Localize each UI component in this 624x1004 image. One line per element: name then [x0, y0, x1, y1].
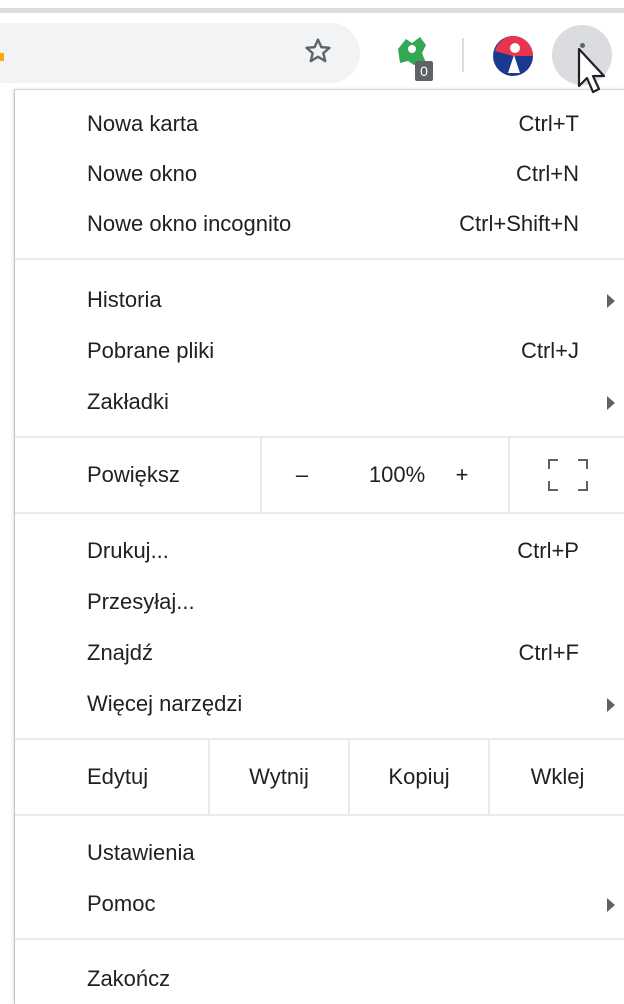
submenu-arrow-icon	[607, 898, 615, 912]
menu-item-settings[interactable]: Ustawienia	[15, 828, 624, 878]
extension-badge: 0	[415, 61, 433, 81]
menu-item-label: Historia	[87, 287, 162, 312]
menu-item-label: Przesyłaj...	[87, 589, 195, 614]
menu-item-label: Pobrane pliki	[87, 338, 215, 363]
copy-button[interactable]: Kopiuj	[350, 740, 488, 814]
edit-row: Edytuj Wytnij Kopiuj Wklej	[15, 740, 624, 814]
menu-item-downloads[interactable]: Pobrane pliki Ctrl+J	[15, 326, 624, 376]
menu-item-shortcut: Ctrl+J	[520, 338, 579, 363]
menu-item-label: Zakładki	[87, 389, 169, 414]
menu-item-shortcut: Ctrl+F	[518, 640, 580, 665]
menu-item-cast[interactable]: Przesyłaj...	[15, 577, 624, 627]
extension-green-icon[interactable]: 0	[392, 33, 440, 89]
menu-item-label: Pomoc	[87, 891, 156, 916]
menu-item-label: Więcej narzędzi	[87, 691, 243, 716]
menu-item-label: Zakończ	[87, 966, 171, 991]
fullscreen-button[interactable]	[510, 438, 624, 512]
menu-item-label: Nowa karta	[87, 111, 199, 136]
edit-label: Edytuj	[87, 764, 149, 789]
menu-item-more-tools[interactable]: Więcej narzędzi	[15, 679, 624, 729]
menu-item-new-window[interactable]: Nowe okno Ctrl+N	[15, 149, 624, 199]
fullscreen-icon	[547, 459, 588, 491]
paste-button[interactable]: Wklej	[490, 740, 624, 814]
menu-item-label: Nowe okno incognito	[87, 211, 292, 236]
browser-toolbar: 0	[0, 13, 624, 93]
menu-item-label: Drukuj...	[87, 538, 169, 563]
menu-item-label: Znajdź	[87, 640, 154, 665]
menu-item-label: Ustawienia	[87, 840, 195, 865]
chrome-main-menu: Nowa karta Ctrl+T Nowe okno Ctrl+N Nowe …	[14, 89, 624, 1004]
toolbar-separator	[462, 38, 464, 72]
menu-item-shortcut: Ctrl+N	[516, 161, 579, 186]
submenu-arrow-icon	[607, 698, 615, 712]
menu-item-history[interactable]: Historia	[15, 275, 624, 325]
menu-item-shortcut: Ctrl+T	[518, 111, 580, 136]
address-bar-accent	[0, 53, 4, 61]
menu-item-print[interactable]: Drukuj... Ctrl+P	[15, 526, 624, 576]
submenu-arrow-icon	[607, 294, 615, 308]
zoom-in-button[interactable]: +	[422, 438, 502, 512]
menu-item-find[interactable]: Znajdź Ctrl+F	[15, 628, 624, 678]
zoom-out-button[interactable]: –	[262, 438, 342, 512]
menu-item-bookmarks[interactable]: Zakładki	[15, 377, 624, 427]
star-icon[interactable]	[300, 33, 336, 69]
cut-button[interactable]: Wytnij	[210, 740, 348, 814]
menu-item-new-tab[interactable]: Nowa karta Ctrl+T	[15, 99, 624, 149]
cursor-icon	[576, 46, 610, 104]
menu-item-new-incognito-window[interactable]: Nowe okno incognito Ctrl+Shift+N	[15, 199, 624, 249]
menu-divider	[15, 258, 624, 260]
zoom-label: Powiększ	[87, 462, 180, 487]
menu-item-shortcut: Ctrl+Shift+N	[459, 211, 579, 236]
extension-avatar-icon[interactable]	[490, 33, 536, 79]
menu-item-exit[interactable]: Zakończ	[15, 954, 624, 1004]
zoom-row: Powiększ – 100% +	[15, 438, 624, 512]
menu-item-shortcut: Ctrl+P	[517, 538, 579, 563]
submenu-arrow-icon	[607, 396, 615, 410]
menu-divider	[15, 938, 624, 940]
menu-divider	[15, 814, 624, 816]
menu-item-label: Nowe okno	[87, 161, 198, 186]
menu-divider	[15, 512, 624, 514]
menu-item-help[interactable]: Pomoc	[15, 879, 624, 929]
